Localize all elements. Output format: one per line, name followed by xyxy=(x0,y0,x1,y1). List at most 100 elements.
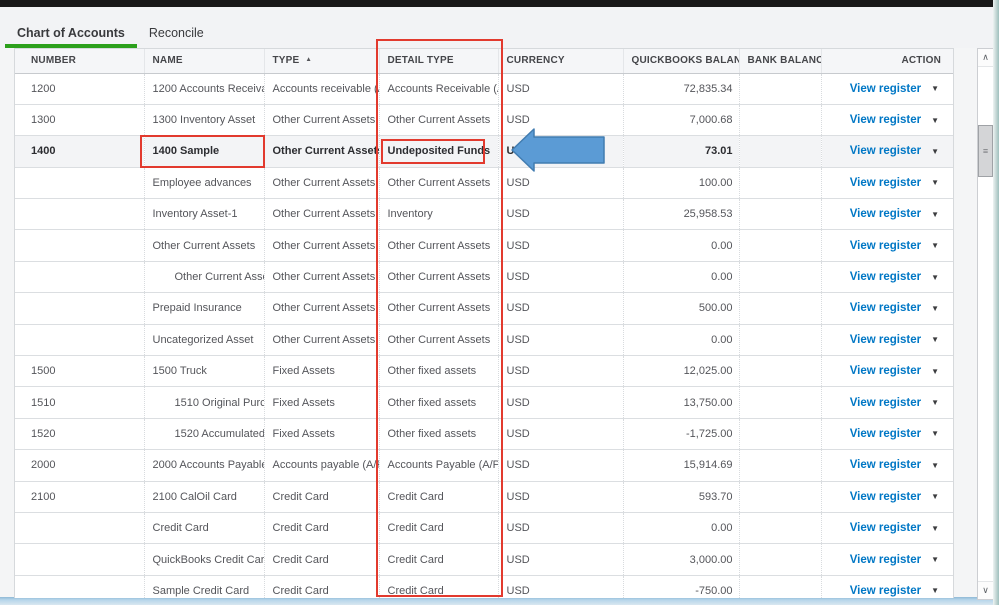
view-register-link[interactable]: View register xyxy=(850,83,921,95)
cell-quickbooks-balance: -750.00 xyxy=(623,575,739,598)
cell-quickbooks-balance: 72,835.34 xyxy=(623,73,739,104)
caret-down-icon[interactable]: ▼ xyxy=(931,273,939,282)
view-register-link[interactable]: View register xyxy=(850,522,921,534)
column-header-type[interactable]: TYPE▲ xyxy=(264,49,379,73)
table-row[interactable]: 2000 2000 Accounts Payable Accounts paya… xyxy=(15,450,953,481)
caret-down-icon[interactable]: ▼ xyxy=(931,178,939,187)
view-register-link[interactable]: View register xyxy=(850,177,921,189)
cell-name: Uncategorized Asset xyxy=(144,324,264,355)
cell-currency: USD xyxy=(498,512,623,543)
cell-quickbooks-balance: 593.70 xyxy=(623,481,739,512)
grip-icon: ≡ xyxy=(983,146,988,156)
caret-down-icon[interactable]: ▼ xyxy=(931,241,939,250)
table-row[interactable]: 2100 2100 CalOil Card Credit Card Credit… xyxy=(15,481,953,512)
table-row[interactable]: 1300 1300 Inventory Asset Other Current … xyxy=(15,104,953,135)
view-register-link[interactable]: View register xyxy=(850,334,921,346)
cell-quickbooks-balance: 0.00 xyxy=(623,230,739,261)
caret-down-icon[interactable]: ▼ xyxy=(931,555,939,564)
view-register-link[interactable]: View register xyxy=(850,145,921,157)
cell-bank-balance xyxy=(739,136,821,167)
account-name: Employee advances xyxy=(153,177,252,189)
cell-name: Employee advances xyxy=(144,167,264,198)
cell-number: 1520 xyxy=(15,418,144,449)
view-register-link[interactable]: View register xyxy=(850,271,921,283)
column-header-bank-balance[interactable]: BANK BALANCE xyxy=(739,49,821,73)
view-register-link[interactable]: View register xyxy=(850,208,921,220)
scroll-up-button[interactable]: ∧ xyxy=(978,49,993,67)
table-row[interactable]: Credit Card Credit Card Credit Card USD … xyxy=(15,512,953,543)
cell-action: View register ▼ xyxy=(821,324,953,355)
caret-down-icon[interactable]: ▼ xyxy=(931,116,939,125)
view-register-link[interactable]: View register xyxy=(850,491,921,503)
caret-down-icon[interactable]: ▼ xyxy=(931,84,939,93)
table-row[interactable]: Other Current Assets Other Current Asset… xyxy=(15,230,953,261)
view-register-link[interactable]: View register xyxy=(850,428,921,440)
cell-bank-balance xyxy=(739,324,821,355)
caret-down-icon[interactable]: ▼ xyxy=(931,524,939,533)
cell-number xyxy=(15,575,144,598)
view-register-link[interactable]: View register xyxy=(850,459,921,471)
vertical-scrollbar[interactable]: ∧ ≡ ∨ xyxy=(977,48,994,600)
table-row[interactable]: Sample Credit Card Credit Card Credit Ca… xyxy=(15,575,953,598)
caret-down-icon[interactable]: ▼ xyxy=(931,398,939,407)
caret-down-icon[interactable]: ▼ xyxy=(931,304,939,313)
cell-bank-balance xyxy=(739,387,821,418)
caret-down-icon[interactable]: ▼ xyxy=(931,461,939,470)
cell-name: Other Current Assets xyxy=(144,230,264,261)
view-register-link[interactable]: View register xyxy=(850,114,921,126)
view-register-link[interactable]: View register xyxy=(850,240,921,252)
view-register-link[interactable]: View register xyxy=(850,365,921,377)
view-register-link[interactable]: View register xyxy=(850,554,921,566)
cell-number xyxy=(15,512,144,543)
caret-down-icon[interactable]: ▼ xyxy=(931,367,939,376)
table-row[interactable]: Employee advances Other Current Assets O… xyxy=(15,167,953,198)
caret-down-icon[interactable]: ▼ xyxy=(931,147,939,156)
column-header-detail-type[interactable]: DETAIL TYPE xyxy=(379,49,498,73)
column-header-quickbooks-balance[interactable]: QUICKBOOKS BALANCE xyxy=(623,49,739,73)
cell-currency: USD xyxy=(498,481,623,512)
table-row[interactable]: 1510 1510 Original Purchase Fixed Assets… xyxy=(15,387,953,418)
cell-quickbooks-balance: 15,914.69 xyxy=(623,450,739,481)
table-row[interactable]: Other Current Assets Other Current Asset… xyxy=(15,261,953,292)
table-row[interactable]: 1200 1200 Accounts Receivable Accounts r… xyxy=(15,73,953,104)
account-name: 1500 Truck xyxy=(153,365,207,377)
cell-quickbooks-balance: 73.01 xyxy=(623,136,739,167)
caret-down-icon[interactable]: ▼ xyxy=(931,429,939,438)
cell-bank-balance xyxy=(739,481,821,512)
table-body: 1200 1200 Accounts Receivable Accounts r… xyxy=(15,73,953,598)
cell-name: Prepaid Insurance xyxy=(144,293,264,324)
table-row[interactable]: 1500 1500 Truck Fixed Assets Other fixed… xyxy=(15,356,953,387)
cell-number xyxy=(15,230,144,261)
table-row[interactable]: 1520 1520 Accumulated Dep Fixed Assets O… xyxy=(15,418,953,449)
account-name: 1300 Inventory Asset xyxy=(153,114,256,126)
cell-currency: USD xyxy=(498,544,623,575)
cell-name: Inventory Asset-1 xyxy=(144,199,264,230)
caret-down-icon[interactable]: ▼ xyxy=(931,492,939,501)
window-right-border xyxy=(993,0,999,605)
table-row[interactable]: Uncategorized Asset Other Current Assets… xyxy=(15,324,953,355)
table-row[interactable]: 1400 1400 Sample Other Current Assets Un… xyxy=(15,136,953,167)
cell-name: 1200 Accounts Receivable xyxy=(144,73,264,104)
cell-detail-type: Accounts Payable (A/P) xyxy=(379,450,498,481)
cell-detail-type: Credit Card xyxy=(379,481,498,512)
caret-down-icon[interactable]: ▼ xyxy=(931,210,939,219)
cell-action: View register ▼ xyxy=(821,544,953,575)
tab-reconcile[interactable]: Reconcile xyxy=(137,7,216,48)
view-register-link[interactable]: View register xyxy=(850,397,921,409)
cell-action: View register ▼ xyxy=(821,104,953,135)
column-header-currency[interactable]: CURRENCY xyxy=(498,49,623,73)
caret-down-icon[interactable]: ▼ xyxy=(931,586,939,595)
tab-chart-of-accounts[interactable]: Chart of Accounts xyxy=(5,7,137,48)
cell-detail-type: Other Current Assets xyxy=(379,167,498,198)
cell-name: 2100 CalOil Card xyxy=(144,481,264,512)
scroll-down-button[interactable]: ∨ xyxy=(978,581,993,599)
view-register-link[interactable]: View register xyxy=(850,302,921,314)
table-row[interactable]: QuickBooks Credit Card Credit Card Credi… xyxy=(15,544,953,575)
column-header-name[interactable]: NAME xyxy=(144,49,264,73)
caret-down-icon[interactable]: ▼ xyxy=(931,335,939,344)
column-header-number[interactable]: NUMBER xyxy=(15,49,144,73)
view-register-link[interactable]: View register xyxy=(850,585,921,597)
table-row[interactable]: Inventory Asset-1 Other Current Assets I… xyxy=(15,199,953,230)
table-row[interactable]: Prepaid Insurance Other Current Assets O… xyxy=(15,293,953,324)
scrollbar-thumb[interactable]: ≡ xyxy=(978,125,993,177)
